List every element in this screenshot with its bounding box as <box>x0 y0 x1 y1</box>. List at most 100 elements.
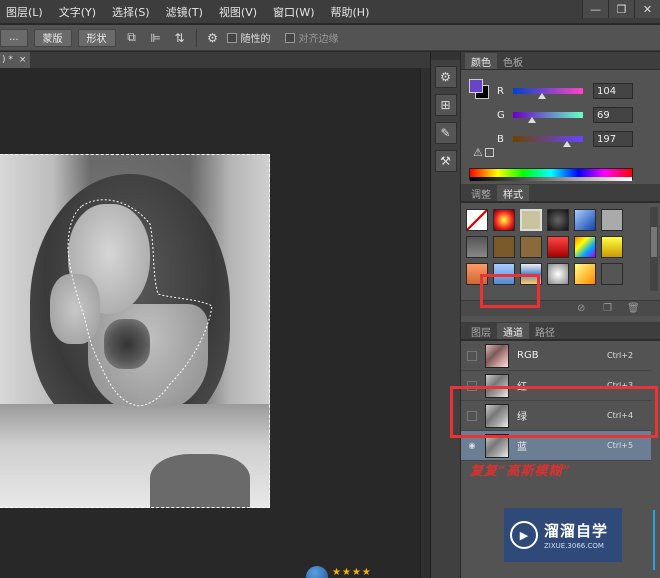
close-tab-icon[interactable]: × <box>19 55 27 65</box>
channel-shortcut: Ctrl+2 <box>607 351 634 360</box>
green-slider-thumb[interactable] <box>528 117 536 123</box>
new-style-icon[interactable]: ❐ <box>603 303 612 314</box>
style-swatch[interactable] <box>601 236 623 258</box>
visibility-toggle[interactable] <box>467 350 477 361</box>
document-tab-bar: ) * × <box>0 52 430 68</box>
gamut-warning-icon[interactable]: ⚠ <box>473 146 483 159</box>
tab-swatches[interactable]: 色板 <box>497 53 529 69</box>
mask-button[interactable]: 蒙版 <box>33 28 72 47</box>
restore-button[interactable]: ❐ <box>608 0 634 18</box>
blue-channel-highlight <box>450 386 658 438</box>
styles-panel-tabs: 调整 样式 <box>461 184 660 202</box>
panel-icon-column: ⚙ ⊞ ✎ ⚒ <box>430 52 460 578</box>
canvas-scrollbar[interactable] <box>420 68 430 578</box>
blue-slider[interactable] <box>513 136 583 147</box>
shape-button[interactable]: 形状 <box>77 28 116 47</box>
align-edges-checkbox[interactable] <box>284 32 295 43</box>
style-swatch[interactable] <box>574 236 596 258</box>
channel-name: RGB <box>517 350 539 361</box>
styles-scrollbar[interactable] <box>650 207 658 291</box>
tab-adjustments[interactable]: 调整 <box>465 185 497 201</box>
minimize-button[interactable]: — <box>582 0 608 18</box>
style-swatch[interactable] <box>547 236 569 258</box>
style-swatch[interactable] <box>601 263 623 285</box>
blue-value-field[interactable]: 197 <box>593 131 633 147</box>
close-button[interactable]: ✕ <box>634 0 660 18</box>
subject-selection-outline <box>67 199 213 407</box>
play-icon: ▶ <box>510 521 538 549</box>
green-slider[interactable] <box>513 112 583 123</box>
green-value-field[interactable]: 69 <box>593 107 633 123</box>
tab-color[interactable]: 颜色 <box>465 53 497 69</box>
clone-source-icon[interactable]: ⚒ <box>434 150 457 172</box>
globe-icon <box>306 566 328 578</box>
history-icon[interactable]: ⚙ <box>434 66 457 88</box>
channels-tab-highlight <box>480 274 540 308</box>
style-swatch[interactable] <box>601 209 623 231</box>
watermark-logo: ▶ 溜溜自学 ZIXUE.3066.COM <box>504 508 622 562</box>
no-style-icon[interactable]: ⊘ <box>577 303 585 314</box>
column-grip[interactable] <box>431 52 460 60</box>
style-swatch[interactable] <box>493 209 515 231</box>
green-slider-row: G 69 <box>497 106 657 124</box>
style-swatch[interactable] <box>520 236 542 258</box>
eye-icon[interactable]: ◉ <box>467 441 477 451</box>
menu-filter[interactable]: 滤镜(T) <box>166 4 203 20</box>
foreground-color-swatch[interactable] <box>469 79 483 93</box>
style-swatch[interactable] <box>466 236 488 258</box>
right-panels: 颜色 色板 R 104 G 69 B 197 ⚠ 调整 样式 ⊘ ❐ 🗑 图层 … <box>461 52 660 578</box>
bottom-logo: ★★★★ <box>306 566 406 578</box>
path-arrangement-icon[interactable]: ⇅ <box>172 30 188 46</box>
gear-icon[interactable]: ⚙ <box>205 30 221 46</box>
channel-shortcut: Ctrl+5 <box>607 441 634 450</box>
menu-window[interactable]: 窗口(W) <box>273 4 314 20</box>
channel-thumbnail <box>485 343 509 368</box>
menu-layer[interactable]: 图层(L) <box>6 4 43 20</box>
menu-help[interactable]: 帮助(H) <box>331 4 370 20</box>
trash-icon[interactable]: 🗑 <box>627 303 640 314</box>
document-tab[interactable]: ) * × <box>0 52 30 68</box>
style-swatch[interactable] <box>547 209 569 231</box>
web-color-warning-icon[interactable] <box>485 148 494 157</box>
selection-button[interactable]: ... <box>0 28 28 47</box>
color-spectrum-bar[interactable] <box>469 168 633 181</box>
red-slider-row: R 104 <box>497 82 657 100</box>
style-swatch[interactable] <box>547 263 569 285</box>
rubber-band-checkbox[interactable] <box>226 32 237 43</box>
tab-paths[interactable]: 路径 <box>529 323 561 339</box>
menu-select[interactable]: 选择(S) <box>112 4 150 20</box>
watermark-title: 溜溜自学 <box>544 522 609 540</box>
separator <box>195 28 197 47</box>
document-tab-label: ) * <box>2 55 13 65</box>
blue-slider-thumb[interactable] <box>563 141 571 147</box>
options-bar: ... 蒙版 形状 ⧉ ⊫ ⇅ ⚙ 随性的 对齐边缘 <box>0 25 660 51</box>
brush-icon[interactable]: ✎ <box>434 122 457 144</box>
menu-bar: 图层(L) 文字(Y) 选择(S) 滤镜(T) 视图(V) 窗口(W) 帮助(H… <box>0 0 660 24</box>
align-edges-label: 对齐边缘 <box>298 34 339 45</box>
rubber-band-label: 随性的 <box>240 34 271 45</box>
red-slider[interactable] <box>513 88 583 99</box>
style-swatch[interactable] <box>574 209 596 231</box>
color-panel: R 104 G 69 B 197 ⚠ <box>461 70 660 184</box>
channel-row-rgb[interactable]: RGB Ctrl+2 <box>461 341 651 371</box>
panel-scrollbar[interactable] <box>650 360 658 578</box>
tab-styles[interactable]: 样式 <box>497 185 529 201</box>
path-alignment-icon[interactable]: ⊫ <box>148 30 164 46</box>
color-panel-tabs: 颜色 色板 <box>461 52 660 70</box>
menu-type[interactable]: 文字(Y) <box>59 4 96 20</box>
style-swatch[interactable] <box>574 263 596 285</box>
blue-slider-row: B 197 <box>497 130 657 148</box>
tab-channels[interactable]: 通道 <box>497 323 529 339</box>
green-label: G <box>497 109 505 121</box>
channels-panel-tabs: 图层 通道 路径 <box>461 322 660 340</box>
style-swatch[interactable] <box>520 209 542 231</box>
tab-layers[interactable]: 图层 <box>465 323 497 339</box>
properties-icon[interactable]: ⊞ <box>434 94 457 116</box>
menu-view[interactable]: 视图(V) <box>219 4 257 20</box>
red-value-field[interactable]: 104 <box>593 83 633 99</box>
style-swatch[interactable] <box>493 236 515 258</box>
red-slider-thumb[interactable] <box>538 93 546 99</box>
style-none[interactable] <box>466 209 488 231</box>
red-label: R <box>497 85 504 97</box>
path-operations-icon[interactable]: ⧉ <box>124 30 140 46</box>
